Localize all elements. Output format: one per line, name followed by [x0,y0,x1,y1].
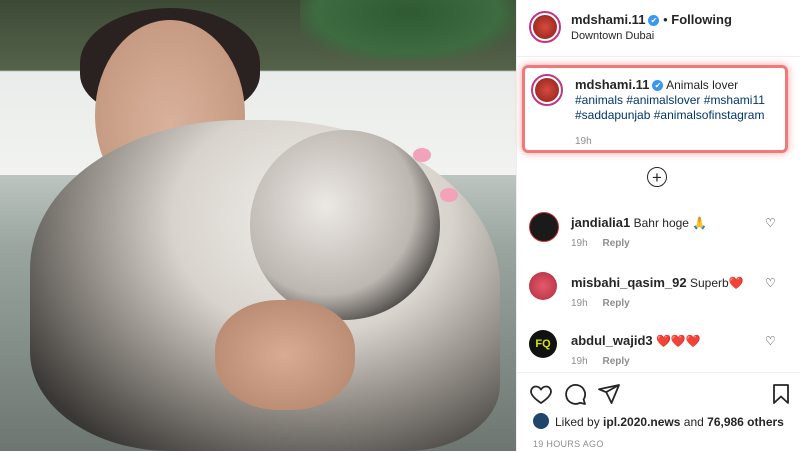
comment-text: jandialia1 Bahr hoge 🙏 [571,215,707,230]
share-icon[interactable] [597,382,621,406]
comment-body: Bahr hoge [633,216,689,230]
caption-text: mdshami.11 ✔ Animals lover #animals #anim… [575,77,785,123]
hashtag-link[interactable]: #mshami11 [704,93,765,107]
photo-bow [440,188,458,202]
caption-author-avatar[interactable] [531,74,563,106]
reply-button[interactable]: Reply [602,298,629,309]
verified-badge-icon: ✔ [648,15,660,27]
comment-text: abdul_wajid3 ❤️❤️❤️ [571,333,701,348]
instagram-post-view: mdshami.11 ✔ • Following Downtown Dubai m… [0,0,800,451]
likes-summary: Liked by ipl.2020.news and 76,986 others [555,415,784,429]
liker-username[interactable]: ipl.2020.news [603,415,680,429]
likes-connector: and [683,415,704,429]
caption-author-username[interactable]: mdshami.11 [575,77,649,92]
commenter-avatar[interactable] [529,212,559,242]
hashtag-link[interactable]: #animalsofinstagram [654,108,765,122]
photo-foliage [300,0,516,60]
heart-icon[interactable] [529,382,553,406]
commenter-username[interactable]: abdul_wajid3 [571,333,653,348]
caption-time: 19h [575,136,592,147]
hashtag-link[interactable]: #animalslover [626,93,700,107]
author-username[interactable]: mdshami.11 [571,12,645,27]
commenter-avatar[interactable]: FQ [529,330,557,358]
likes-prefix: Liked by [555,415,600,429]
comment-like-heart-icon[interactable]: ♡ [765,216,776,230]
caption-highlight-box: mdshami.11 ✔ Animals lover #animals #anim… [522,65,788,153]
reply-button[interactable]: Reply [602,356,629,367]
comment-item: misbahi_qasim_92 Superb❤️ 19h Reply ♡ [517,272,800,332]
post-photo[interactable] [0,0,516,451]
separator-dot: • [663,12,668,27]
comment-meta: 19h Reply [571,356,642,367]
comment-body: Superb [689,276,729,290]
comment-emoji: ❤️ [728,276,744,290]
post-timestamp: 19 HOURS AGO [533,439,604,449]
location-link[interactable]: Downtown Dubai [571,30,654,42]
photo-dog-face [250,130,440,320]
comment-like-heart-icon[interactable]: ♡ [765,276,776,290]
post-actions: Liked by ipl.2020.news and 76,986 others… [517,372,800,452]
hashtag-link[interactable]: #animals [575,93,623,107]
load-more-comments-icon[interactable]: + [647,167,667,187]
comment-icon[interactable] [563,382,587,406]
photo-bow [413,148,431,162]
commenter-avatar[interactable] [529,272,557,300]
photo-hand [215,300,355,410]
verified-badge-icon: ✔ [652,80,664,92]
author-avatar[interactable] [529,11,561,43]
following-button[interactable]: Following [671,12,732,27]
post-header: mdshami.11 ✔ • Following Downtown Dubai [517,0,800,57]
header-line: mdshami.11 ✔ • Following [571,12,732,27]
comment-meta: 19h Reply [571,238,642,249]
hashtag-link[interactable]: #saddapunjab [575,108,650,122]
liker-avatar[interactable] [533,413,549,429]
bookmark-icon[interactable] [769,382,793,406]
commenter-username[interactable]: jandialia1 [571,215,630,230]
comment-time: 19h [571,298,588,309]
caption-body: Animals lover [666,78,739,92]
reply-button[interactable]: Reply [602,238,629,249]
comment-time: 19h [571,238,588,249]
comment-like-heart-icon[interactable]: ♡ [765,334,776,348]
comment-emoji: 🙏 [692,216,708,230]
commenter-username[interactable]: misbahi_qasim_92 [571,275,687,290]
likes-others-link[interactable]: 76,986 others [707,415,784,429]
comment-meta: 19h Reply [571,298,642,309]
comment-item: jandialia1 Bahr hoge 🙏 19h Reply ♡ [517,212,800,272]
post-side-panel: mdshami.11 ✔ • Following Downtown Dubai m… [516,0,800,451]
comment-time: 19h [571,356,588,367]
comment-text: misbahi_qasim_92 Superb❤️ [571,275,744,290]
comment-emoji: ❤️❤️❤️ [655,334,701,348]
